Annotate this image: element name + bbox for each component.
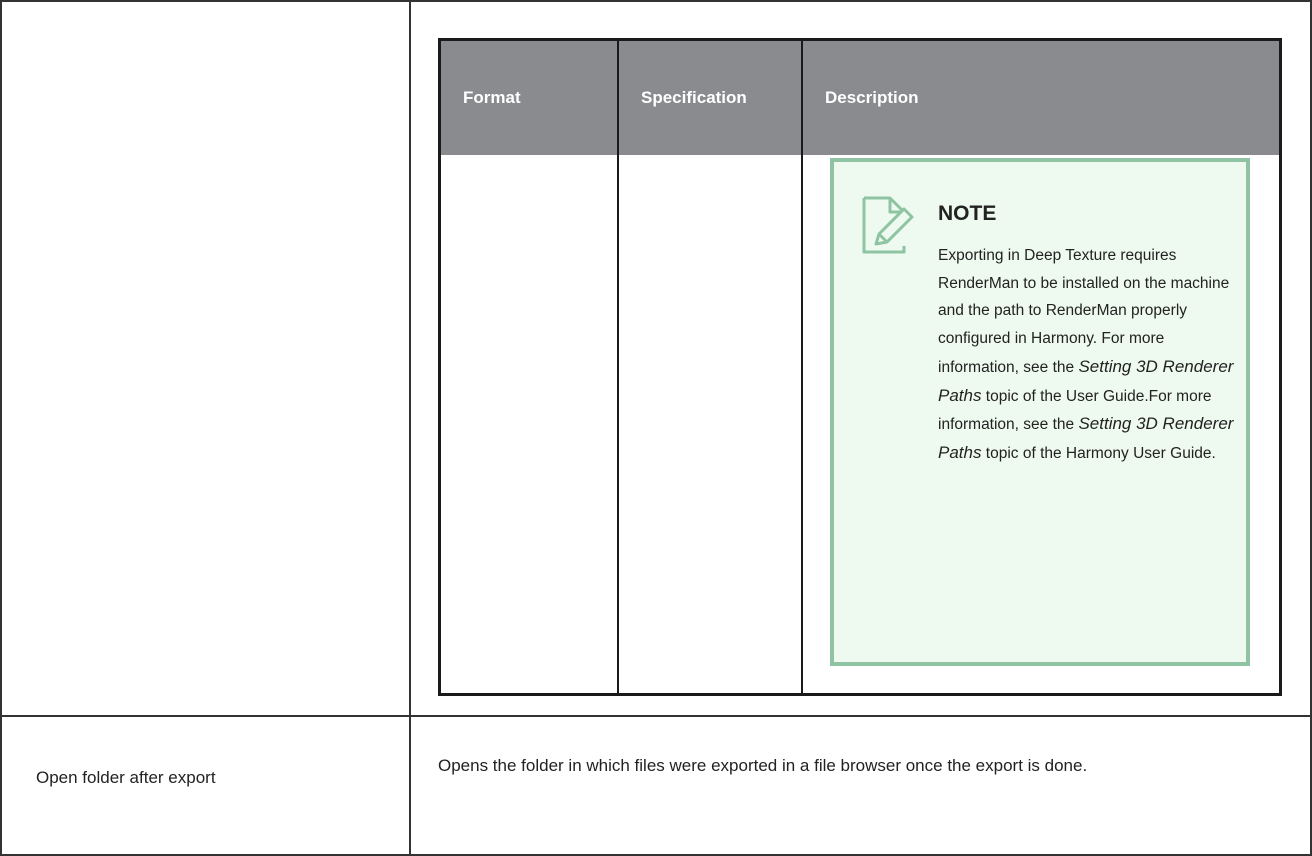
note-callout: NOTE Exporting in Deep Texture requires … (830, 158, 1250, 666)
header-format: Format (463, 88, 521, 107)
table-column-divider (409, 0, 411, 856)
note-title: NOTE (938, 202, 997, 225)
body-divider (801, 155, 803, 693)
body-divider (617, 155, 619, 693)
options-table: Format Specification Description NOTE Ex… (0, 0, 1312, 856)
table-top-border (0, 0, 1312, 2)
note-text: topic of the Harmony User Guide. (981, 444, 1216, 462)
table-row-divider (0, 715, 1312, 717)
note-body: Exporting in Deep Texture requires Rende… (938, 242, 1238, 468)
table-left-border (0, 0, 2, 856)
header-specification: Specification (641, 88, 747, 107)
option-name: Open folder after export (36, 768, 216, 787)
format-table-header: Format Specification Description (441, 41, 1279, 155)
option-description: Opens the folder in which files were exp… (438, 756, 1088, 775)
note-pencil-icon (862, 196, 914, 254)
header-description: Description (825, 88, 919, 107)
